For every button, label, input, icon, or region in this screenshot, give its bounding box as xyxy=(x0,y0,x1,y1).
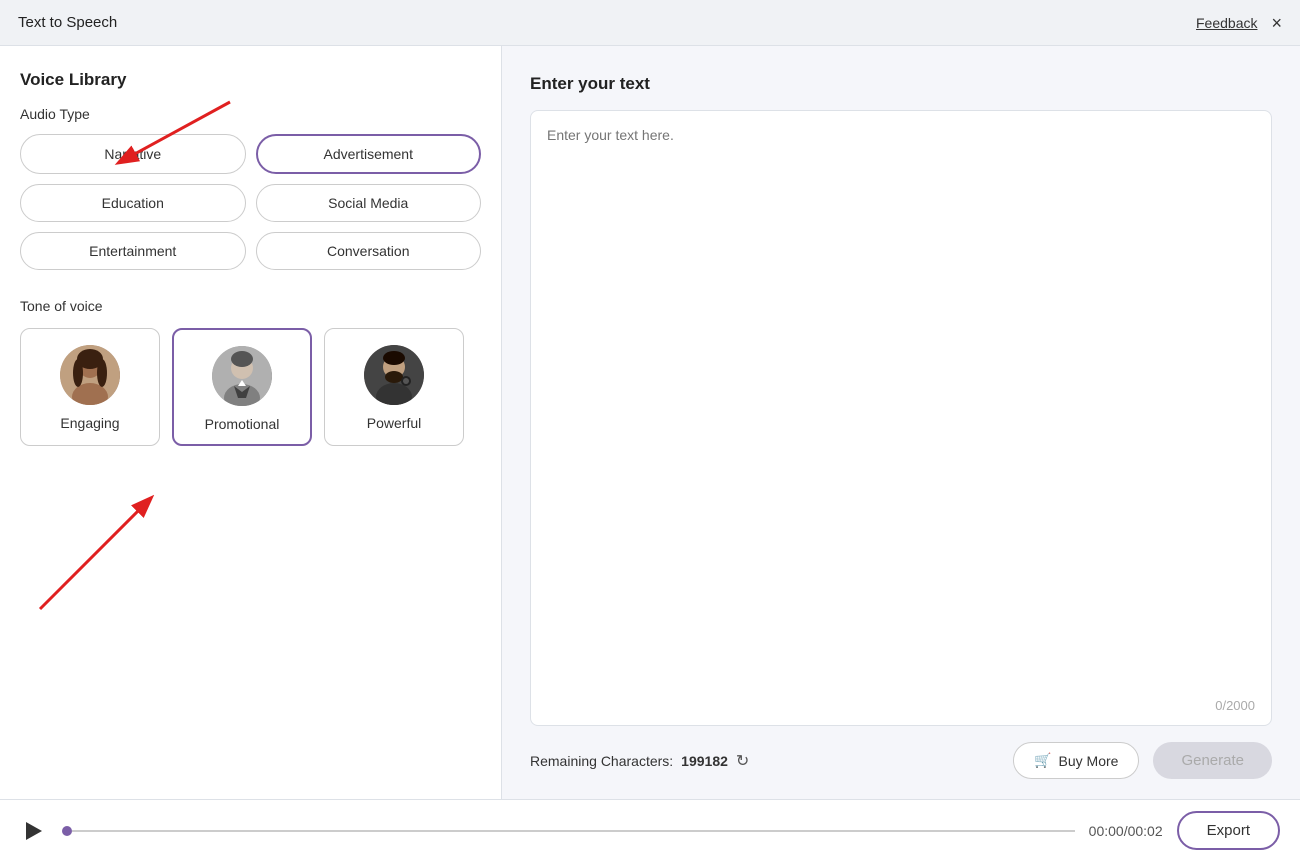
title-bar-actions: Feedback × xyxy=(1196,14,1282,32)
player-bar: 00:00/00:02 Export xyxy=(0,799,1300,861)
avatar-engaging xyxy=(60,345,120,405)
left-panel: Voice Library Audio Type Narrative Adver… xyxy=(0,46,502,799)
app-title: Text to Speech xyxy=(18,14,117,31)
audio-btn-entertainment[interactable]: Entertainment xyxy=(20,232,246,270)
tone-grid: Engaging Promotional xyxy=(20,328,481,446)
text-area-wrapper: 0/2000 xyxy=(530,110,1272,726)
tone-card-powerful[interactable]: Powerful xyxy=(324,328,464,446)
main-layout: Voice Library Audio Type Narrative Adver… xyxy=(0,46,1300,799)
progress-dot[interactable] xyxy=(62,826,72,836)
close-button[interactable]: × xyxy=(1271,14,1282,32)
play-icon xyxy=(26,822,42,840)
refresh-icon[interactable]: ↻ xyxy=(736,751,749,771)
avatar-powerful xyxy=(364,345,424,405)
tone-engaging-label: Engaging xyxy=(60,415,119,431)
play-button[interactable] xyxy=(20,817,48,845)
progress-track[interactable] xyxy=(72,830,1075,832)
tone-promotional-label: Promotional xyxy=(205,416,280,432)
audio-type-grid: Narrative Advertisement Education Social… xyxy=(20,134,481,270)
tone-of-voice-label: Tone of voice xyxy=(20,298,481,314)
audio-btn-narrative[interactable]: Narrative xyxy=(20,134,246,174)
export-button[interactable]: Export xyxy=(1177,811,1280,850)
enter-text-title: Enter your text xyxy=(530,74,1272,94)
tone-card-promotional[interactable]: Promotional xyxy=(172,328,312,446)
progress-container xyxy=(62,826,1075,836)
feedback-link[interactable]: Feedback xyxy=(1196,15,1257,31)
remaining-label: Remaining Characters: xyxy=(530,753,673,769)
annotation-arrow-bottom xyxy=(10,479,230,619)
remaining-chars: Remaining Characters: 199182 ↻ xyxy=(530,751,749,771)
remaining-count: 199182 xyxy=(681,753,728,769)
voice-library-title: Voice Library xyxy=(20,70,481,90)
buy-more-button[interactable]: 🛒 Buy More xyxy=(1013,742,1139,779)
right-panel: Enter your text 0/2000 Remaining Charact… xyxy=(502,46,1300,799)
bottom-bar: Remaining Characters: 199182 ↻ 🛒 Buy Mor… xyxy=(530,742,1272,779)
audio-btn-social-media[interactable]: Social Media xyxy=(256,184,482,222)
title-bar: Text to Speech Feedback × xyxy=(0,0,1300,46)
avatar-promotional xyxy=(212,346,272,406)
buy-more-label: Buy More xyxy=(1059,753,1119,769)
buy-more-icon: 🛒 xyxy=(1034,752,1051,769)
audio-btn-conversation[interactable]: Conversation xyxy=(256,232,482,270)
text-input[interactable] xyxy=(547,127,1255,709)
audio-btn-education[interactable]: Education xyxy=(20,184,246,222)
generate-button[interactable]: Generate xyxy=(1153,742,1272,779)
char-count: 0/2000 xyxy=(1215,698,1255,713)
time-display: 00:00/00:02 xyxy=(1089,823,1163,839)
audio-type-label: Audio Type xyxy=(20,106,481,122)
audio-btn-advertisement[interactable]: Advertisement xyxy=(256,134,482,174)
tone-powerful-label: Powerful xyxy=(367,415,421,431)
tone-card-engaging[interactable]: Engaging xyxy=(20,328,160,446)
